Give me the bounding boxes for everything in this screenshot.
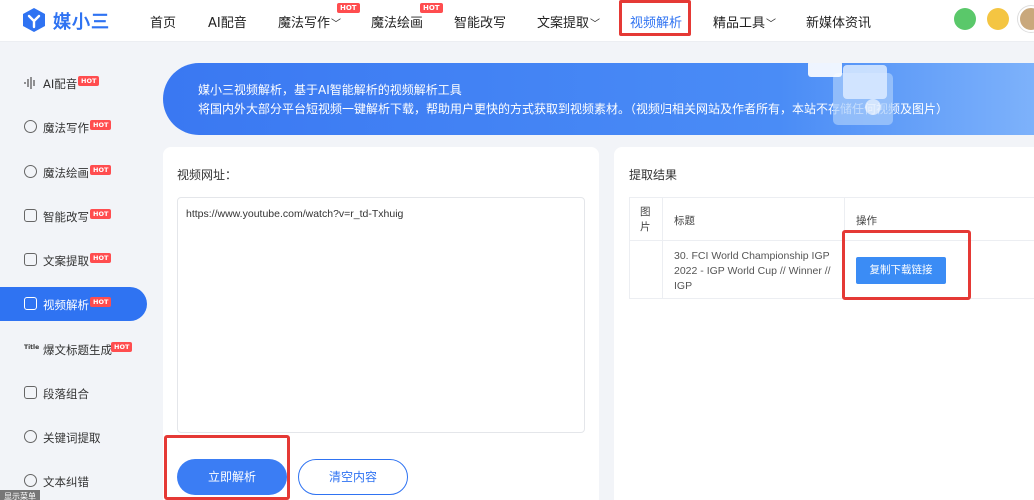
video-url-input[interactable]: https://www.youtube.com/watch?v=r_td-Txh… [177,197,585,433]
brand-name[interactable]: 媒小三 [53,8,110,34]
nav-label: 魔法写作 [278,16,331,31]
video-link-icon [24,297,37,310]
hot-badge: HOT [420,3,443,13]
brand-logo-icon[interactable] [22,7,46,33]
nav-ai-voice[interactable]: AI配音 [208,12,247,31]
hot-badge: HOT [90,297,112,307]
sidebar-item-magic-writing[interactable]: 魔法写作 HOT [0,110,150,144]
sidebar-item-label: 智能改写 [43,210,89,224]
sidebar-item-label: 魔法绘画 [43,166,89,180]
edit-icon [24,209,37,222]
result-video-title: 30. FCI World Championship IGP 2022 - IG… [674,250,831,292]
sidebar-item-label: 文案提取 [43,254,89,268]
intro-banner: 媒小三视频解析，基于AI智能解析的视频解析工具 将国内外大部分平台短视频一键解析… [163,63,1034,135]
parse-button-highlight [164,435,290,500]
video-illustration-icon [808,63,893,125]
title-icon: Title [24,344,40,351]
col-header-title: 标题 [674,215,695,227]
sidebar-item-label: 关键词提取 [43,431,101,445]
sidebar-item-headline-gen[interactable]: Title 爆文标题生成 HOT [0,332,150,366]
col-header-image: 图片 [640,206,651,233]
video-url-label: 视频网址： [177,168,238,182]
sidebar-item-label: 魔法写作 [43,121,89,135]
nav-premium-tools[interactable]: 精品工具﹀ [713,12,776,31]
palette-icon [24,165,37,178]
nav-magic-writing[interactable]: 魔法写作﹀ [278,12,341,31]
clear-content-button[interactable]: 清空内容 [298,459,408,495]
sidebar-item-copy-extract[interactable]: 文案提取 HOT [0,243,150,277]
chevron-down-icon: ﹀ [766,19,777,30]
col-header-action: 操作 [856,215,877,227]
sidebar-item-label: 文本纠错 [43,475,89,489]
hot-badge: HOT [90,120,112,130]
banner-headline: 媒小三视频解析，基于AI智能解析的视频解析工具 [198,83,462,97]
sidebar-item-smart-rewrite[interactable]: 智能改写 HOT [0,199,150,233]
show-menu-button[interactable]: 显示菜单 [0,490,40,500]
sidebar-item-keyword-extract[interactable]: 关键词提取 [0,420,150,454]
sidebar-item-label: 爆文标题生成 [43,343,112,357]
sound-wave-icon [24,76,37,89]
chevron-down-icon: ﹀ [331,19,342,30]
nav-media-news[interactable]: 新媒体资讯 [806,12,871,31]
sidebar-item-label: 视频解析 [43,298,89,312]
hot-badge: HOT [111,342,133,352]
sidebar-item-paragraph-combine[interactable]: 段落组合 [0,376,150,410]
nav-smart-rewrite[interactable]: 智能改写 [454,12,506,31]
nav-copy-extract[interactable]: 文案提取﹀ [537,12,600,31]
hot-badge: HOT [337,3,360,13]
result-title: 提取结果 [629,168,678,182]
target-icon [24,430,37,443]
check-circle-icon [24,474,37,487]
user-avatar[interactable] [1018,6,1034,32]
pen-icon [24,120,37,133]
hot-badge: HOT [90,253,112,263]
play-icon [24,253,37,266]
vip-crown-icon[interactable] [987,8,1009,30]
text-block-icon [24,386,37,399]
nav-magic-drawing[interactable]: 魔法绘画 [371,12,423,31]
sidebar-item-label: 段落组合 [43,387,89,401]
table-divider [629,240,1034,241]
sidebar-item-label: AI配音 [43,77,78,91]
top-navbar: 媒小三 首页 AI配音 魔法写作﹀ HOT 魔法绘画 HOT 智能改写 文案提取… [0,0,1034,42]
sidebar-item-magic-drawing[interactable]: 魔法绘画 HOT [0,155,150,189]
nav-label: 文案提取 [537,16,590,31]
hot-badge: HOT [90,209,112,219]
copy-button-highlight [842,230,971,300]
nav-label: 精品工具 [713,16,766,31]
sidebar-item-video-parse[interactable]: 视频解析 HOT [0,287,147,321]
nav-video-parse[interactable]: 视频解析 [630,12,682,31]
chevron-down-icon: ﹀ [590,19,601,30]
nav-home[interactable]: 首页 [150,12,176,31]
table-divider [662,197,663,299]
hot-badge: HOT [90,165,112,175]
sidebar-item-ai-voice[interactable]: AI配音 HOT [0,66,150,100]
hot-badge: HOT [78,76,100,86]
notification-bell-icon[interactable] [954,8,976,30]
